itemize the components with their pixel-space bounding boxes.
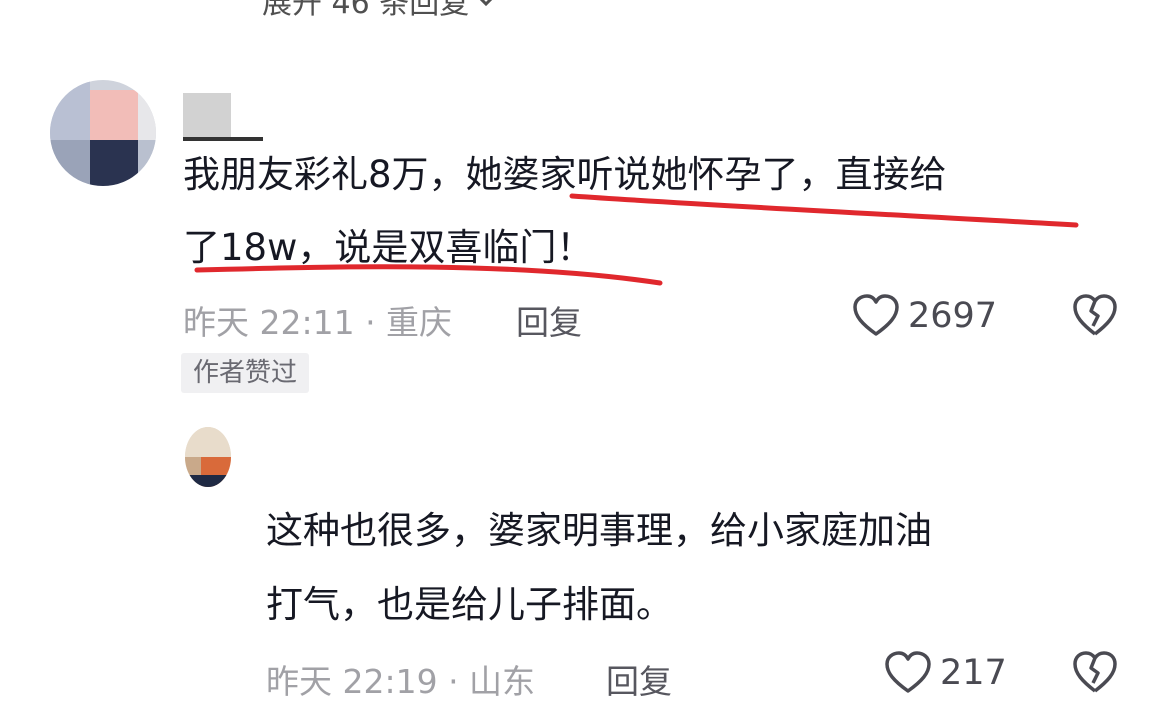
reply-button-label: 回复 — [516, 303, 582, 342]
like-button[interactable]: 2697 — [852, 294, 997, 338]
reply-text-line-1: 这种也很多，婆家明事理，给小家庭加油 — [266, 509, 932, 552]
comment-meta: 昨天 22:11 · 重庆 — [183, 296, 452, 344]
reply-time-location: 昨天 22:19 · 山东 — [266, 662, 536, 701]
chevron-down-icon — [480, 0, 493, 7]
comment-time-location: 昨天 22:11 · 重庆 — [183, 303, 453, 342]
username-redacted — [183, 93, 231, 137]
reply-text-line-2: 打气，也是给儿子排面。 — [266, 583, 673, 626]
broken-heart-icon — [1073, 651, 1117, 693]
reply-dislike-button[interactable] — [1072, 651, 1118, 699]
reply-meta: 昨天 22:19 · 山东 — [266, 655, 535, 703]
expand-replies-label: 展开 46 条回复 — [262, 0, 470, 21]
reply-button[interactable]: 回复 — [516, 296, 582, 344]
comment-text-line-1: 我朋友彩礼8万，她婆家听说她怀孕了，直接给 — [183, 153, 947, 196]
reply-like-button[interactable]: 217 — [884, 651, 1007, 695]
reply-like-count: 217 — [940, 653, 1007, 693]
reply-avatar[interactable] — [185, 427, 231, 487]
heart-outline-icon — [853, 294, 899, 336]
reply-reply-button[interactable]: 回复 — [606, 655, 672, 703]
like-count: 2697 — [908, 296, 998, 336]
dislike-button[interactable] — [1072, 294, 1118, 342]
heart-outline-icon — [885, 651, 931, 693]
avatar[interactable] — [50, 80, 156, 186]
expand-replies-button[interactable]: 展开 46 条回复 — [262, 0, 497, 22]
broken-heart-icon — [1073, 294, 1117, 336]
comment-text-line-2: 了18w，说是双喜临门！ — [183, 226, 594, 269]
author-liked-badge: 作者赞过 — [181, 353, 310, 393]
reply-reply-button-label: 回复 — [606, 662, 672, 701]
